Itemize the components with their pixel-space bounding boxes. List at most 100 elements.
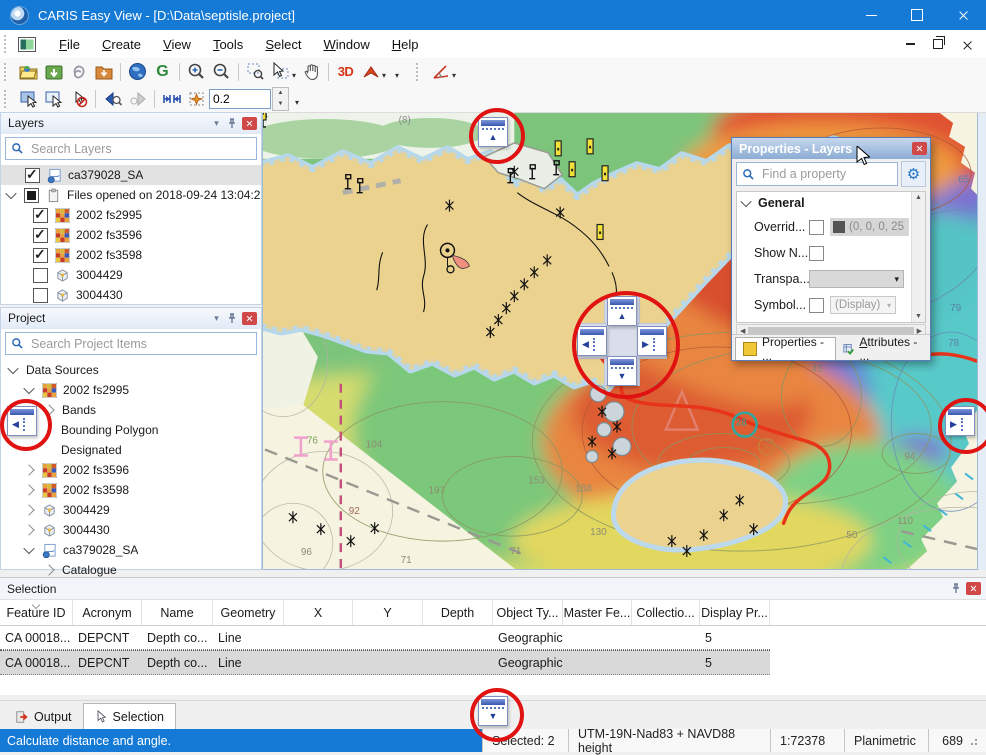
tab-attributes[interactable]: Attributes - ... bbox=[836, 338, 930, 360]
menu-help[interactable]: Help bbox=[381, 37, 430, 52]
menubar-grip[interactable] bbox=[4, 35, 10, 53]
layer-checkbox[interactable] bbox=[33, 228, 48, 243]
north-arrow-dropdown[interactable]: ▾ bbox=[382, 71, 386, 80]
layer-row[interactable]: 2002 fs3596 bbox=[1, 225, 261, 245]
properties-panel-titlebar[interactable]: Properties - Layers bbox=[732, 138, 930, 159]
column-header[interactable]: Y bbox=[353, 600, 423, 625]
layer-checkbox[interactable] bbox=[33, 248, 48, 263]
column-header[interactable]: Acronym bbox=[73, 600, 142, 625]
mdi-minimize-button[interactable] bbox=[896, 33, 924, 55]
symbolize-dropdown[interactable]: (Display) bbox=[830, 296, 896, 314]
tolerance-input[interactable] bbox=[209, 89, 271, 109]
layer-row[interactable]: 2002 fs2995 bbox=[1, 205, 261, 225]
toolbar-overflow[interactable]: ▾ bbox=[395, 71, 399, 80]
column-header[interactable]: Collectio... bbox=[632, 600, 700, 625]
menu-view[interactable]: View bbox=[152, 37, 202, 52]
close-icon[interactable] bbox=[966, 582, 981, 595]
property-section[interactable]: General bbox=[737, 192, 925, 214]
project-row[interactable]: 2002 fs3598 bbox=[1, 480, 261, 500]
maximize-button[interactable] bbox=[894, 0, 940, 30]
toolbar-grip[interactable] bbox=[4, 63, 10, 81]
symbolize-checkbox[interactable] bbox=[809, 298, 824, 313]
select-add-button[interactable] bbox=[41, 87, 66, 110]
tab-output[interactable]: Output bbox=[4, 704, 83, 729]
document-icon[interactable] bbox=[18, 37, 36, 52]
property-search-input[interactable] bbox=[760, 166, 897, 182]
mdi-close-button[interactable] bbox=[952, 33, 980, 55]
scroll-down-icon[interactable]: ▼ bbox=[915, 313, 922, 320]
tab-selection[interactable]: Selection bbox=[83, 703, 176, 729]
column-header[interactable]: Feature ID bbox=[0, 600, 73, 625]
project-row[interactable]: 3004430 bbox=[1, 520, 261, 540]
toolbar2-overflow[interactable]: ▾ bbox=[295, 98, 299, 107]
layer-row[interactable]: 2002 fs3598 bbox=[1, 245, 261, 265]
expand-icon[interactable] bbox=[23, 484, 34, 495]
layer-row[interactable]: ca379028_SA bbox=[1, 165, 261, 185]
measure-dropdown[interactable]: ▾ bbox=[452, 71, 456, 80]
open-project-button[interactable] bbox=[16, 60, 41, 83]
menu-select[interactable]: Select bbox=[254, 37, 312, 52]
export-folder-button[interactable] bbox=[91, 60, 116, 83]
layer-row[interactable]: 3004429 bbox=[1, 265, 261, 285]
north-arrow-button[interactable] bbox=[358, 60, 383, 83]
project-row[interactable]: 3004429 bbox=[1, 500, 261, 520]
tolerance-stepper[interactable]: ▲▼ bbox=[272, 87, 289, 111]
zoom-out-button[interactable] bbox=[209, 60, 234, 83]
resize-grip-icon[interactable] bbox=[969, 737, 977, 745]
project-row[interactable]: 2002 fs3596 bbox=[1, 460, 261, 480]
status-view-mode[interactable]: Planimetric bbox=[844, 729, 928, 752]
select-tool-button[interactable] bbox=[268, 60, 293, 83]
expand-icon[interactable] bbox=[43, 564, 54, 575]
layer-row[interactable]: 3004430 bbox=[1, 285, 261, 305]
expand-icon[interactable] bbox=[5, 188, 16, 199]
project-row[interactable]: ca379028_SA bbox=[1, 540, 261, 560]
column-header[interactable]: Object Ty... bbox=[493, 600, 563, 625]
scroll-up-icon[interactable]: ▲ bbox=[915, 194, 922, 201]
menu-window[interactable]: Window bbox=[312, 37, 380, 52]
project-row[interactable]: Data Sources bbox=[1, 360, 261, 380]
toolbar-grip[interactable] bbox=[4, 90, 10, 108]
properties-panel[interactable]: Properties - Layers ⚙ General Overrid...… bbox=[731, 137, 931, 361]
project-row[interactable]: 2002 fs2995 bbox=[1, 380, 261, 400]
pin-icon[interactable] bbox=[224, 311, 239, 325]
menu-tools[interactable]: Tools bbox=[202, 37, 254, 52]
menu-create[interactable]: Create bbox=[91, 37, 152, 52]
project-search[interactable] bbox=[5, 332, 257, 355]
column-header[interactable]: Geometry bbox=[213, 600, 284, 625]
zoom-area-button[interactable] bbox=[243, 60, 268, 83]
column-header[interactable]: Name bbox=[142, 600, 213, 625]
expand-icon[interactable] bbox=[23, 543, 34, 554]
mdi-restore-button[interactable] bbox=[924, 33, 952, 55]
close-icon[interactable] bbox=[912, 142, 927, 155]
view-3d-button[interactable]: 3D bbox=[333, 60, 358, 83]
layer-group-row[interactable]: Files opened on 2018-09-24 13:04:23 bbox=[1, 185, 261, 205]
status-crs[interactable]: UTM-19N-Nad83 + NAVD88 height bbox=[568, 729, 770, 752]
expand-icon[interactable] bbox=[23, 383, 34, 394]
next-selection-button[interactable] bbox=[125, 87, 150, 110]
vertical-scrollbar[interactable]: ▲▼ bbox=[911, 192, 925, 322]
layers-search-input[interactable] bbox=[29, 141, 256, 157]
column-header[interactable]: Depth bbox=[423, 600, 493, 625]
flash-selection-button[interactable] bbox=[184, 87, 209, 110]
deselect-button[interactable] bbox=[66, 87, 91, 110]
layer-checkbox[interactable] bbox=[33, 208, 48, 223]
transparency-dropdown[interactable] bbox=[809, 270, 904, 288]
column-header[interactable]: X bbox=[284, 600, 353, 625]
globe-button[interactable] bbox=[125, 60, 150, 83]
menu-file[interactable]: File bbox=[48, 37, 91, 52]
column-header[interactable]: Display Pr... bbox=[700, 600, 770, 625]
open-file-button[interactable] bbox=[41, 60, 66, 83]
toolbar-grip[interactable] bbox=[416, 63, 422, 81]
panel-menu-icon[interactable]: ▾ bbox=[209, 116, 224, 130]
previous-selection-button[interactable] bbox=[100, 87, 125, 110]
table-row[interactable]: CA 00018... DEPCNT Depth co... Line Geog… bbox=[0, 626, 770, 650]
tab-properties[interactable]: Properties - ... bbox=[735, 337, 836, 360]
layer-checkbox[interactable] bbox=[25, 168, 40, 183]
table-row-selected[interactable]: CA 00018... DEPCNT Depth co... Line Geog… bbox=[0, 650, 770, 675]
expand-icon[interactable] bbox=[23, 524, 34, 535]
pin-icon[interactable] bbox=[224, 116, 239, 130]
layer-checkbox[interactable] bbox=[33, 288, 48, 303]
layer-checkbox[interactable] bbox=[24, 188, 39, 203]
measure-angle-button[interactable] bbox=[428, 60, 453, 83]
close-icon[interactable] bbox=[242, 312, 257, 325]
